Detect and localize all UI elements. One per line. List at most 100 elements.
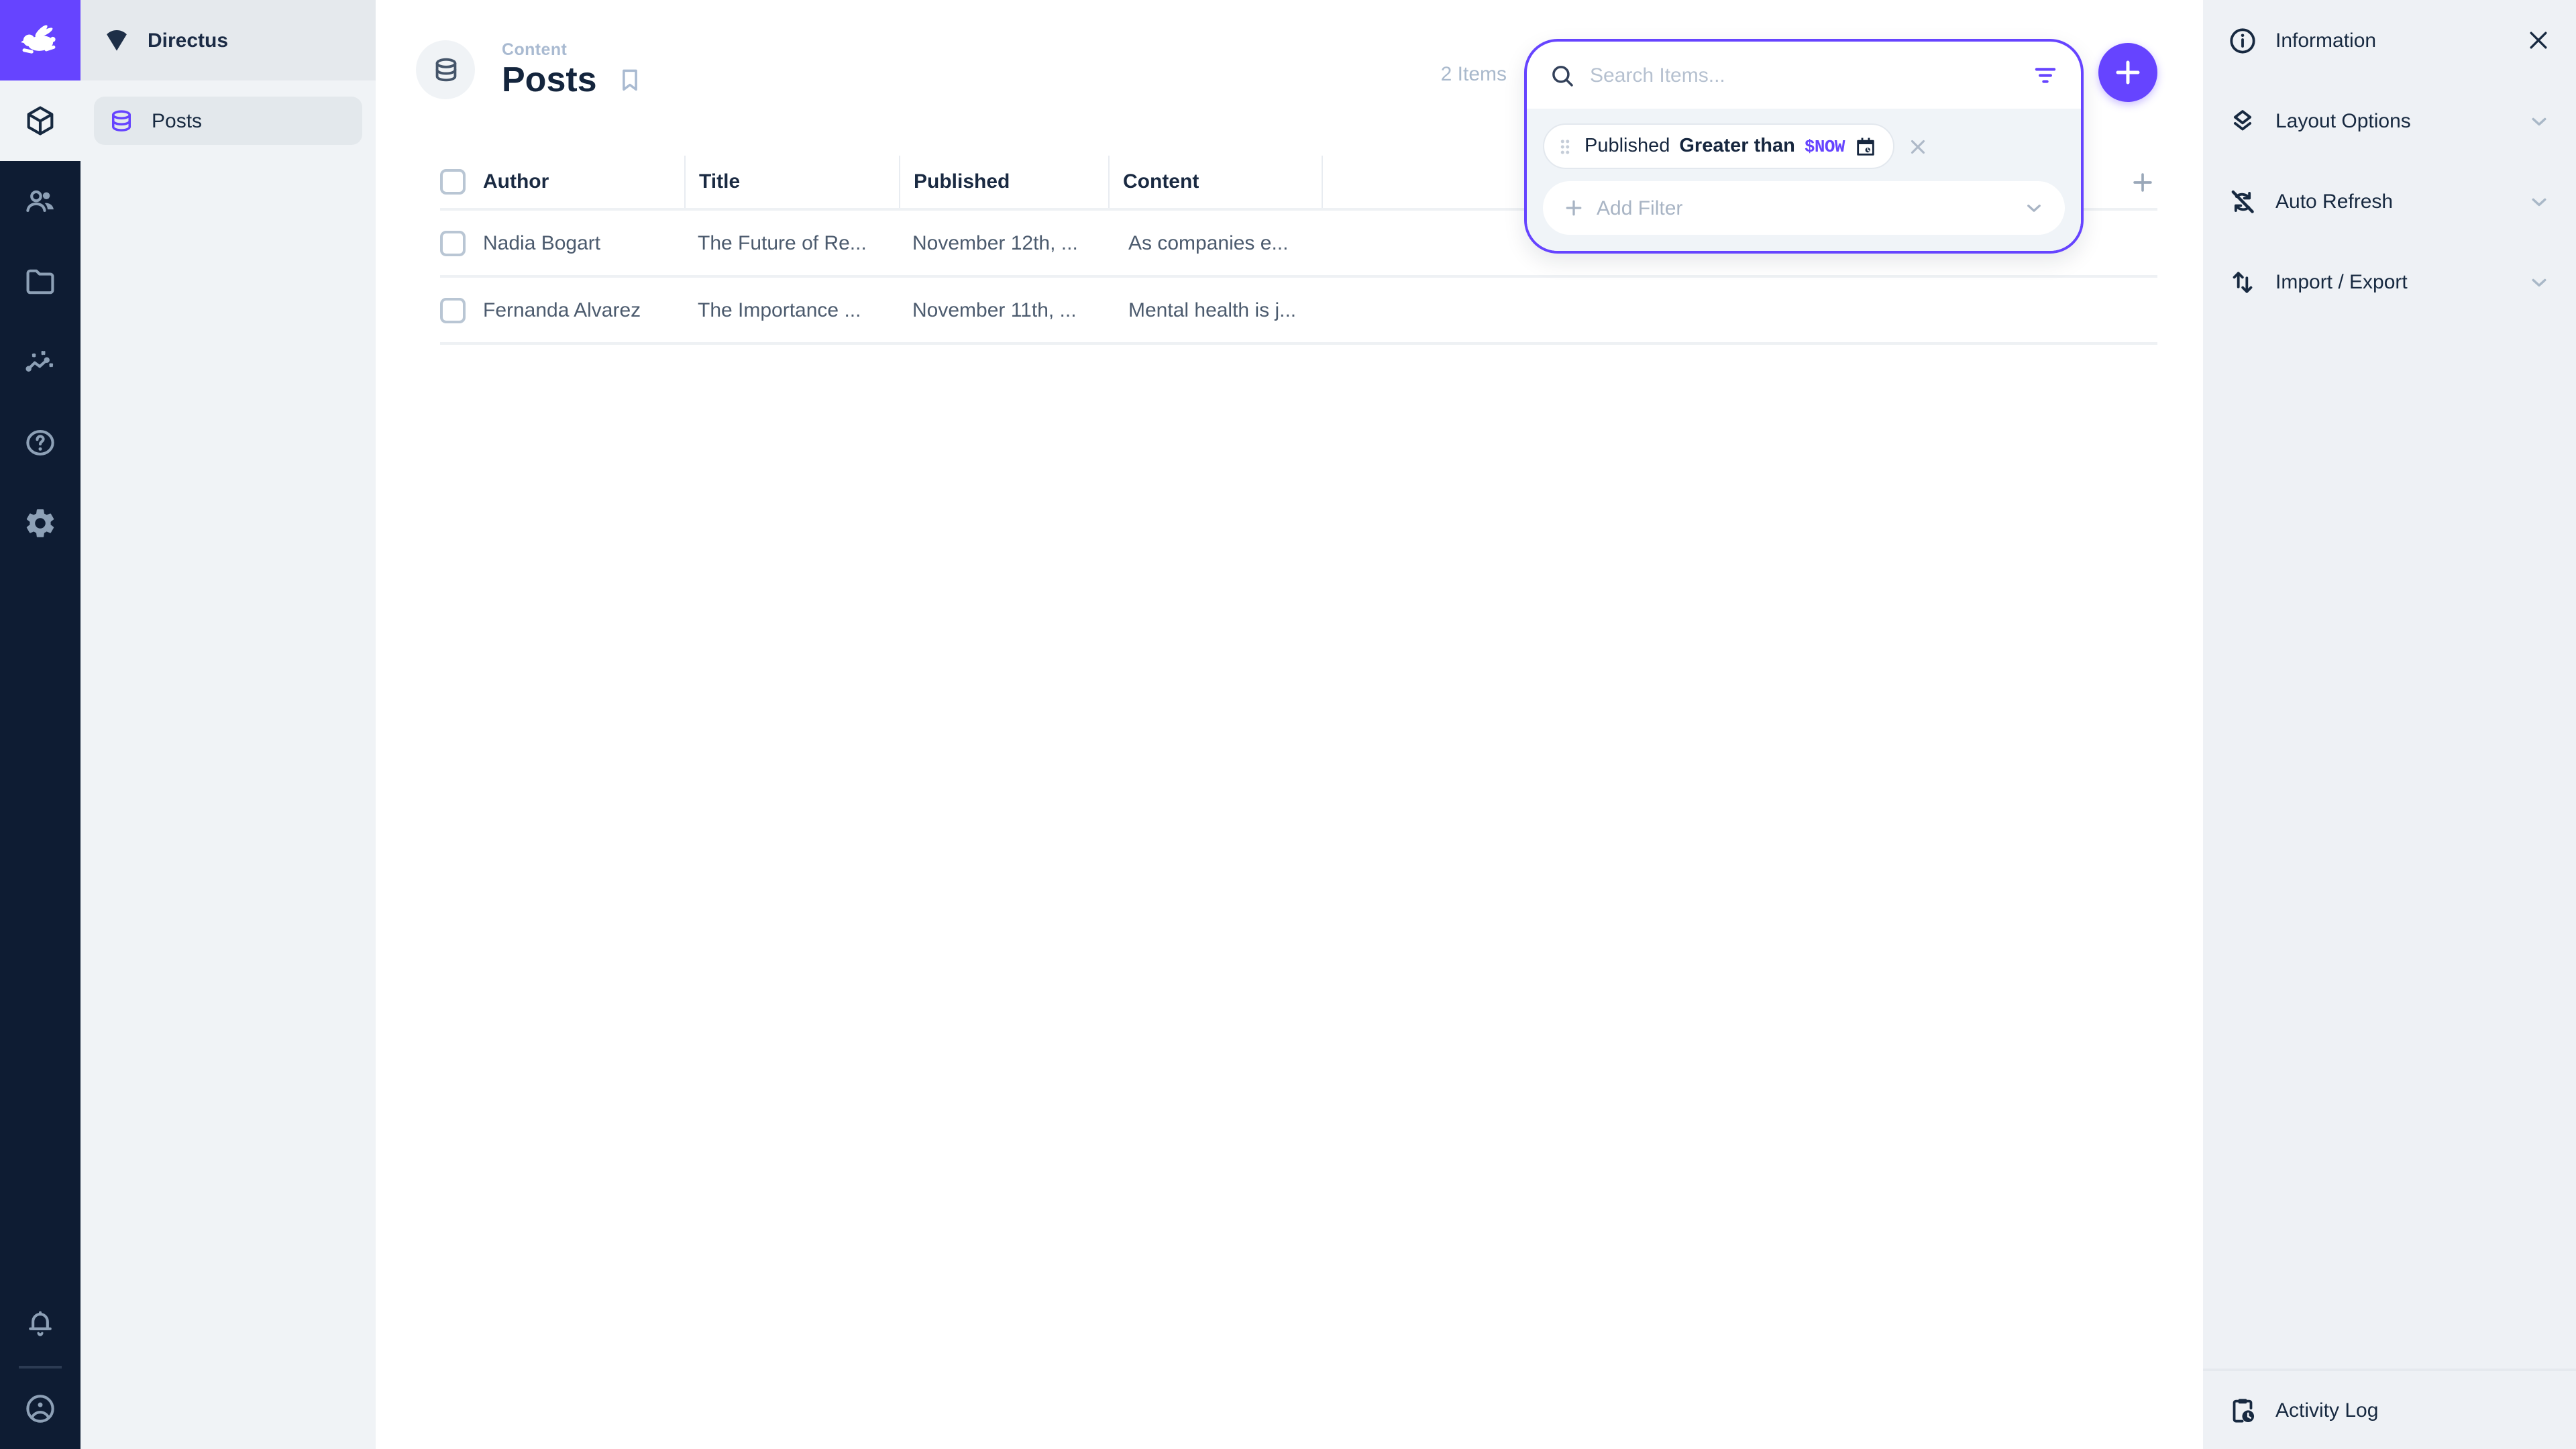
module-files[interactable] bbox=[0, 241, 80, 322]
filter-field: Published bbox=[1585, 136, 1670, 157]
add-column-button[interactable] bbox=[2128, 168, 2157, 197]
title-block: Content Posts bbox=[502, 40, 644, 99]
app: Directus Posts Content Posts bbox=[0, 0, 2576, 1449]
account-circle-icon bbox=[23, 1391, 58, 1426]
items-count: 2 Items bbox=[1441, 63, 1507, 86]
directus-logo[interactable] bbox=[0, 0, 80, 80]
cell-content: As companies e... bbox=[1108, 231, 1322, 254]
create-item-button[interactable] bbox=[2098, 43, 2157, 102]
column-header-author[interactable]: Author bbox=[483, 156, 684, 208]
plus-icon bbox=[1562, 196, 1586, 220]
sidebar-item-auto-refresh[interactable]: Auto Refresh bbox=[2203, 161, 2576, 241]
collection-icon-button[interactable] bbox=[416, 40, 475, 99]
sidebar-item-label: Auto Refresh bbox=[2275, 190, 2393, 213]
nav-sidebar: Directus Posts bbox=[80, 0, 376, 1449]
user-avatar[interactable] bbox=[0, 1368, 80, 1449]
sidebar-item-import-export[interactable]: Import / Export bbox=[2203, 241, 2576, 322]
bookmark-button[interactable] bbox=[616, 66, 644, 94]
filter-toggle-button[interactable] bbox=[2031, 61, 2059, 89]
sidebar-item-label: Information bbox=[2275, 29, 2376, 52]
filter-chip[interactable]: Published Greater than $NOW bbox=[1543, 123, 1894, 169]
info-icon bbox=[2227, 25, 2258, 56]
column-header-content[interactable]: Content bbox=[1108, 156, 1322, 208]
project-name: Directus bbox=[148, 29, 228, 52]
filter-icon bbox=[2031, 61, 2059, 89]
module-users[interactable] bbox=[0, 161, 80, 241]
nav-item-posts[interactable]: Posts bbox=[94, 97, 362, 145]
sidebar-item-activity-log[interactable]: Activity Log bbox=[2203, 1368, 2576, 1449]
chevron-down-icon bbox=[2022, 196, 2046, 220]
database-icon bbox=[430, 54, 461, 85]
sidebar-item-information[interactable]: Information bbox=[2203, 0, 2576, 80]
add-filter-label: Add Filter bbox=[1597, 197, 1682, 219]
sidebar-item-label: Activity Log bbox=[2275, 1399, 2378, 1421]
right-sidebar: Information Layout Options Auto Refresh bbox=[2203, 0, 2576, 1449]
sidebar-item-label: Layout Options bbox=[2275, 109, 2411, 132]
module-bar bbox=[0, 0, 80, 1449]
row-checkbox[interactable] bbox=[440, 230, 466, 256]
drag-handle-icon bbox=[1555, 136, 1575, 156]
project-fan-icon bbox=[102, 25, 131, 55]
module-bar-spacer bbox=[0, 564, 80, 1285]
insights-icon bbox=[23, 345, 58, 380]
chevron-down-icon bbox=[2526, 189, 2552, 214]
cell-title: The Future of Re... bbox=[684, 231, 899, 254]
column-header-title[interactable]: Title bbox=[684, 156, 899, 208]
row-checkbox[interactable] bbox=[440, 297, 466, 323]
table-row[interactable]: Fernanda Alvarez The Importance ... Nove… bbox=[440, 278, 2157, 345]
filter-operator[interactable]: Greater than bbox=[1679, 136, 1794, 157]
sidebar-item-layout-options[interactable]: Layout Options bbox=[2203, 80, 2576, 161]
module-docs[interactable] bbox=[0, 402, 80, 483]
cell-published: November 12th, ... bbox=[899, 231, 1108, 254]
help-icon bbox=[23, 425, 58, 460]
plus-icon bbox=[2112, 56, 2144, 89]
project-switcher[interactable]: Directus bbox=[80, 0, 376, 80]
remove-filter-button[interactable] bbox=[1907, 135, 1929, 158]
calendar-icon bbox=[1854, 135, 1877, 158]
cell-author: Nadia Bogart bbox=[483, 231, 684, 254]
close-icon bbox=[2525, 27, 2552, 54]
notifications-button[interactable] bbox=[0, 1285, 80, 1366]
breadcrumb[interactable]: Content bbox=[502, 40, 644, 59]
sidebar-spacer bbox=[2203, 322, 2576, 1368]
swap-vert-icon bbox=[2227, 266, 2258, 297]
module-settings[interactable] bbox=[0, 483, 80, 564]
module-insights[interactable] bbox=[0, 322, 80, 402]
folder-icon bbox=[23, 264, 58, 299]
clipboard-clock-icon bbox=[2227, 1395, 2258, 1426]
search-icon bbox=[1548, 61, 1576, 89]
close-icon bbox=[1907, 135, 1929, 158]
cell-content: Mental health is j... bbox=[1108, 299, 1322, 321]
column-header-published[interactable]: Published bbox=[899, 156, 1108, 208]
plus-icon bbox=[2128, 168, 2157, 197]
cell-author: Fernanda Alvarez bbox=[483, 299, 684, 321]
search-filter-panel: Published Greater than $NOW bbox=[1524, 39, 2084, 254]
nav-item-label: Posts bbox=[152, 109, 202, 132]
nav-collections: Posts bbox=[80, 80, 376, 161]
gear-icon bbox=[23, 506, 58, 541]
cell-title: The Importance ... bbox=[684, 299, 899, 321]
people-icon bbox=[23, 184, 58, 219]
sync-disabled-icon bbox=[2227, 186, 2258, 217]
chevron-down-icon bbox=[2526, 269, 2552, 294]
chevron-down-icon bbox=[2526, 108, 2552, 133]
select-all-checkbox[interactable] bbox=[440, 169, 466, 195]
sidebar-item-label: Import / Export bbox=[2275, 270, 2408, 293]
module-content[interactable] bbox=[0, 80, 80, 161]
filter-area: Published Greater than $NOW bbox=[1527, 109, 2081, 251]
search-input[interactable] bbox=[1590, 64, 2018, 87]
filter-value[interactable]: $NOW bbox=[1805, 136, 1845, 156]
bookmark-icon bbox=[616, 66, 644, 94]
main-content: Content Posts 2 Items bbox=[376, 0, 2203, 1449]
page-title: Posts bbox=[502, 60, 597, 99]
box-icon bbox=[23, 103, 58, 138]
database-icon bbox=[107, 107, 136, 135]
close-sidebar-button[interactable] bbox=[2525, 27, 2552, 54]
rabbit-icon bbox=[16, 16, 64, 64]
search-row bbox=[1527, 42, 2081, 109]
bell-icon bbox=[23, 1308, 58, 1343]
add-filter-button[interactable]: Add Filter bbox=[1543, 181, 2065, 235]
layers-icon bbox=[2227, 105, 2258, 136]
cell-published: November 11th, ... bbox=[899, 299, 1108, 321]
page-header: Content Posts bbox=[416, 40, 644, 99]
